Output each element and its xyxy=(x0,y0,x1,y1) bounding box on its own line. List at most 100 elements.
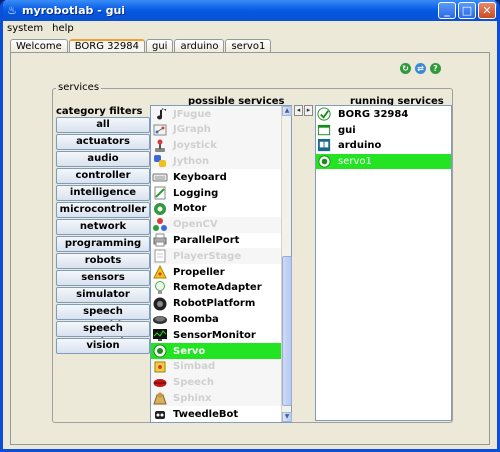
close-button[interactable]: ✕ xyxy=(478,2,496,19)
possible-service-label: Motor xyxy=(173,203,207,215)
simbad-icon xyxy=(152,359,168,375)
possible-service-label: OpenCV xyxy=(173,219,218,231)
move-left-button[interactable]: ◂ xyxy=(294,105,303,116)
running-service-arduino[interactable]: arduino xyxy=(316,138,451,153)
possible-service-label: Joystick xyxy=(173,140,217,152)
category-filters-label: category filters xyxy=(56,106,143,117)
possible-service-sphinx[interactable]: Sphinx xyxy=(151,390,283,407)
possible-service-keyboard[interactable]: Keyboard xyxy=(151,169,283,185)
running-service-servo1[interactable]: servo1 xyxy=(316,153,451,169)
tab-gui[interactable]: gui xyxy=(146,39,174,53)
title-bar[interactable]: ♨ myrobotlab - gui _ □ ✕ xyxy=(3,0,497,21)
possible-service-label: RobotPlatform xyxy=(173,298,256,310)
possible-service-label: Simbad xyxy=(173,361,216,373)
possible-service-label: JFugue xyxy=(173,108,212,120)
toolbar-icons: ↻ ⇄ ? xyxy=(400,63,441,74)
menu-help[interactable]: help xyxy=(52,23,74,34)
possible-service-parallelport[interactable]: ParallelPort xyxy=(151,232,283,248)
help-icon[interactable]: ? xyxy=(430,63,441,74)
possible-service-remoteadapter[interactable]: RemoteAdapter xyxy=(151,280,283,296)
scroll-up-arrow[interactable]: ▲ xyxy=(282,106,292,116)
possible-service-jfugue[interactable]: JFugue xyxy=(151,106,283,122)
possible-service-playerstage[interactable]: PlayerStage xyxy=(151,248,283,265)
menu-system[interactable]: system xyxy=(7,23,43,34)
refresh-icon[interactable]: ↻ xyxy=(400,63,411,74)
possible-service-label: Roomba xyxy=(173,313,219,325)
sphinx-icon xyxy=(152,390,168,406)
category-filter-all[interactable]: all xyxy=(56,117,150,133)
possible-service-label: Speech xyxy=(173,377,214,389)
maximize-button[interactable]: □ xyxy=(458,2,476,19)
possible-service-roomba[interactable]: Roomba xyxy=(151,311,283,327)
possible-service-tweedlebot[interactable]: TweedleBot xyxy=(151,406,283,422)
tab-borg[interactable]: BORG 32984 xyxy=(68,39,145,53)
minimize-button[interactable]: _ xyxy=(438,2,456,19)
category-filter-robots[interactable]: robots xyxy=(56,253,150,269)
possible-service-label: Jython xyxy=(173,155,210,167)
keyboard-icon xyxy=(152,169,168,185)
possible-service-label: Propeller xyxy=(173,266,225,278)
running-service-borg-32984[interactable]: BORG 32984 xyxy=(316,107,451,122)
category-filter-programming[interactable]: programming xyxy=(56,236,150,252)
lips-icon xyxy=(152,375,168,391)
possible-service-jgraph[interactable]: JGraph xyxy=(151,121,283,138)
possible-service-robotplatform[interactable]: RobotPlatform xyxy=(151,296,283,312)
possible-service-propeller[interactable]: Propeller xyxy=(151,264,283,280)
possible-service-logging[interactable]: Logging xyxy=(151,185,283,201)
category-filter-speech-synthesis[interactable]: speech synthesis xyxy=(56,321,150,348)
running-services-list[interactable]: BORG 32984 gui arduino servo1 xyxy=(315,105,452,421)
category-filter-microcontroller[interactable]: microcontroller xyxy=(56,202,150,218)
running-service-label: BORG 32984 xyxy=(338,109,409,120)
possible-services-scrollbar[interactable]: ▲ ▼ xyxy=(281,106,292,422)
possible-service-simbad[interactable]: Simbad xyxy=(151,358,283,375)
category-filter-sensors[interactable]: sensors xyxy=(56,270,150,286)
wheel-icon xyxy=(152,296,168,312)
category-filter-network[interactable]: network xyxy=(56,219,150,235)
category-filter-simulator[interactable]: simulator xyxy=(56,287,150,303)
possible-service-label: SensorMonitor xyxy=(173,329,256,341)
possible-service-servo[interactable]: Servo xyxy=(151,343,283,359)
gui-icon xyxy=(317,123,332,138)
servo-icon xyxy=(152,343,168,359)
possible-service-label: Logging xyxy=(173,187,219,199)
tab-strip: Welcome BORG 32984 gui arduino servo1 xyxy=(10,39,272,53)
running-service-gui[interactable]: gui xyxy=(316,123,451,138)
tab-welcome[interactable]: Welcome xyxy=(10,39,68,53)
possible-service-label: JGraph xyxy=(173,124,211,136)
possible-service-joystick[interactable]: Joystick xyxy=(151,137,283,154)
possible-service-label: RemoteAdapter xyxy=(173,282,262,294)
possible-service-jython[interactable]: Jython xyxy=(151,153,283,170)
possible-service-motor[interactable]: Motor xyxy=(151,201,283,217)
scroll-down-arrow[interactable]: ▼ xyxy=(282,412,292,422)
graph-icon xyxy=(152,122,168,138)
services-group-label: services xyxy=(56,82,102,93)
category-filter-intelligence[interactable]: intelligence xyxy=(56,185,150,201)
possible-services-list[interactable]: JFugue JGraph Joystick Jython Keyboard Loggin… xyxy=(150,105,292,423)
possible-service-sensormonitor[interactable]: SensorMonitor xyxy=(151,327,283,343)
printer-icon xyxy=(152,232,168,248)
java-cup-icon: ♨ xyxy=(7,4,17,17)
roomba-icon xyxy=(152,311,168,327)
opencv-icon xyxy=(152,217,168,233)
swap-icon[interactable]: ⇄ xyxy=(415,63,426,74)
tab-servo1[interactable]: servo1 xyxy=(225,39,272,53)
joystick-icon xyxy=(152,138,168,154)
tab-arduino[interactable]: arduino xyxy=(174,39,225,53)
app-window: ♨ myrobotlab - gui _ □ ✕ system help Wel… xyxy=(0,0,500,452)
propeller-icon xyxy=(152,264,168,280)
category-filter-vision[interactable]: vision xyxy=(56,338,150,354)
possible-service-speech[interactable]: Speech xyxy=(151,374,283,391)
running-service-label: arduino xyxy=(338,140,382,152)
monitor-icon xyxy=(152,327,168,343)
scroll-thumb[interactable] xyxy=(282,256,292,406)
possible-service-label: TweedleBot xyxy=(173,408,239,420)
tweedlebot-icon xyxy=(152,406,168,422)
possible-service-opencv[interactable]: OpenCV xyxy=(151,216,283,233)
category-filter-speech-recognition[interactable]: speech recognition xyxy=(56,304,150,331)
category-filter-controller[interactable]: controller xyxy=(56,168,150,184)
possible-service-label: Servo xyxy=(173,345,206,357)
arduino-icon xyxy=(317,138,332,153)
move-right-button[interactable]: ▸ xyxy=(304,105,313,116)
category-filter-actuators[interactable]: actuators xyxy=(56,134,150,150)
category-filter-audio[interactable]: audio xyxy=(56,151,150,167)
